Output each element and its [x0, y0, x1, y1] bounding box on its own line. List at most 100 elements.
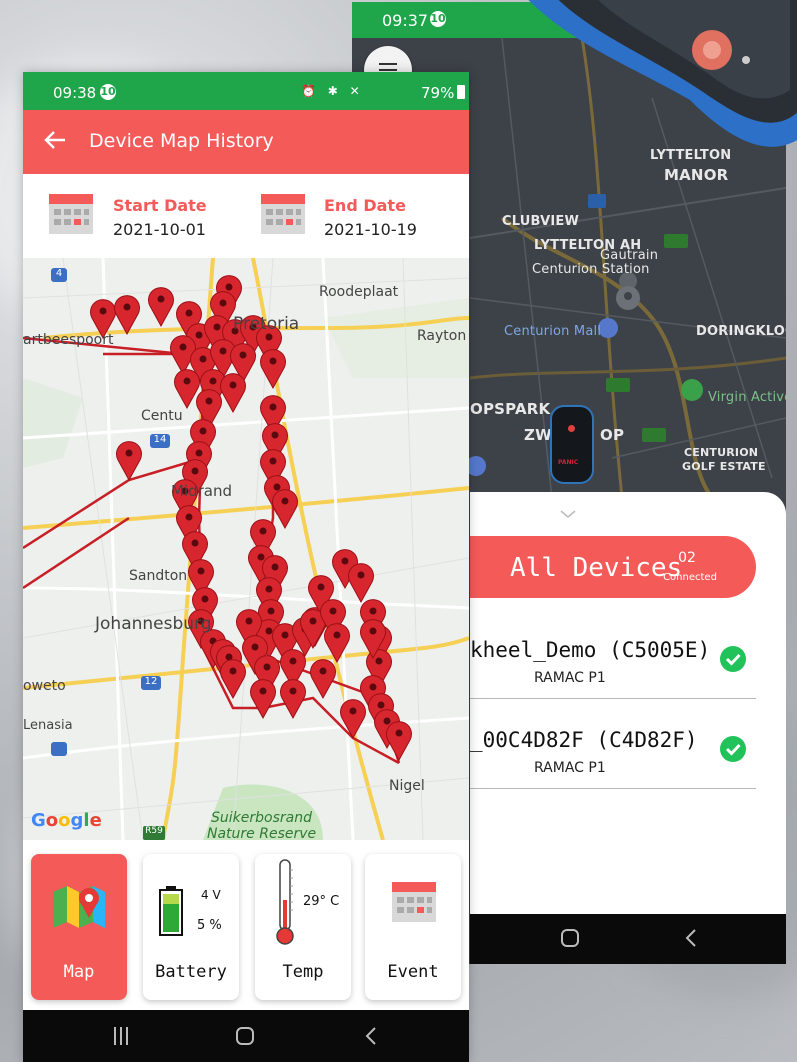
location-pin-icon[interactable] — [114, 295, 140, 336]
map-label: Midrand — [171, 482, 233, 500]
location-pin-icon[interactable] — [272, 489, 298, 530]
recents-icon[interactable] — [114, 1027, 128, 1045]
map-label: Virgin Active — [708, 390, 786, 405]
toolbar: Device Map History — [23, 110, 469, 174]
thermometer-icon — [276, 859, 294, 945]
map-label: Nature Reserve — [207, 826, 317, 840]
battery-level-icon — [159, 886, 183, 936]
device-row[interactable]: _00C4D82F (C4D82F) RAMAC P1 — [470, 718, 756, 789]
check-circle-icon — [720, 646, 746, 672]
back-phone-nav-bar — [470, 914, 786, 964]
back-arrow-icon[interactable] — [41, 126, 69, 154]
location-pin-icon[interactable] — [386, 721, 412, 762]
map-label: Gautrain — [600, 248, 659, 263]
battery-percent: 79% — [421, 84, 455, 102]
start-date-label: Start Date — [113, 196, 207, 215]
map-label: Sandton — [129, 568, 188, 584]
all-devices-title: All Devices — [510, 553, 683, 583]
tab-label: Map — [63, 962, 95, 982]
location-pin-icon[interactable] — [116, 441, 142, 482]
map-label: oweto — [23, 678, 66, 694]
tab-event[interactable]: Event — [365, 854, 461, 1000]
map-label: CLUBVIEW — [502, 214, 580, 229]
map-label: ZW — [524, 426, 552, 444]
start-date-value[interactable]: 2021-10-01 — [113, 220, 206, 239]
location-pin-icon[interactable] — [280, 679, 306, 720]
battery-percent-value: 5 % — [197, 918, 222, 933]
calendar-icon — [392, 882, 436, 922]
home-icon[interactable] — [561, 929, 579, 947]
route-badge: 4 — [55, 268, 63, 279]
map-icon — [53, 886, 105, 928]
connected-count: 02 — [678, 550, 696, 566]
tab-label: Battery — [155, 962, 227, 982]
tab-label: Temp — [282, 962, 324, 982]
device-name: _00C4D82F (C4D82F) — [470, 728, 698, 752]
map-label: Nigel — [389, 778, 425, 794]
front-phone-screen: 09:38 10 ⏰ ✱ ✕ 79% Device Map History St… — [23, 72, 469, 1062]
status-bar: 09:38 10 ⏰ ✱ ✕ 79% — [23, 72, 469, 110]
battery-voltage: 4 V — [201, 888, 221, 902]
device-model: RAMAC P1 — [534, 760, 606, 776]
map-label: OP — [600, 426, 625, 444]
map-label: Centurion Station — [532, 262, 650, 277]
map-label: GOLF ESTATE — [682, 460, 766, 473]
location-pin-icon[interactable] — [174, 369, 200, 410]
calendar-icon[interactable] — [261, 194, 305, 234]
tab-map[interactable]: Map — [31, 854, 127, 1000]
map-label: Centu — [141, 408, 183, 424]
location-pin-icon[interactable] — [310, 659, 336, 700]
home-icon[interactable] — [236, 1027, 254, 1045]
tab-battery[interactable]: 4 V 5 % Battery — [143, 854, 239, 1000]
end-date-label: End Date — [324, 196, 406, 215]
connected-label: Connected — [663, 572, 717, 583]
device-model: RAMAC P1 — [534, 670, 606, 686]
page-title: Device Map History — [89, 130, 274, 152]
tab-label: Event — [387, 962, 439, 982]
map-label: Pretoria — [233, 314, 300, 334]
google-logo: Google — [31, 810, 102, 831]
nav-buttons — [561, 929, 696, 947]
all-devices-header[interactable]: All Devices 02 Connected — [470, 536, 756, 598]
map-label: Lenasia — [23, 718, 73, 733]
map-label: Johannesburg — [95, 614, 212, 634]
status-time: 09:37 — [382, 11, 429, 30]
date-range-bar: Start Date 2021-10-01 End Date 2021-10-1… — [23, 174, 469, 258]
calendar-icon[interactable] — [49, 194, 93, 234]
location-pin-icon[interactable] — [250, 679, 276, 720]
end-date-value[interactable]: 2021-10-19 — [324, 220, 417, 239]
map-label: CENTURION — [684, 446, 759, 459]
back-icon[interactable] — [685, 929, 696, 947]
tracker-label: PANIC — [558, 459, 579, 466]
status-time: 09:38 — [53, 84, 97, 102]
chevron-down-icon[interactable] — [560, 506, 576, 522]
battery-icon — [457, 85, 465, 99]
map-label: DORINGKLOOF — [696, 324, 786, 339]
status-badge: 10 — [430, 11, 446, 27]
map-label: artbeespoort — [23, 332, 114, 348]
device-row[interactable]: kheel_Demo (C5005E) RAMAC P1 — [470, 628, 756, 699]
route-badge: R59 — [145, 826, 163, 836]
map-label: OPSPARK — [470, 400, 551, 418]
device-name: kheel_Demo (C5005E) — [470, 638, 711, 662]
status-icons: ⏰ ✱ ✕ — [301, 84, 364, 98]
check-circle-icon — [720, 736, 746, 762]
tab-temp[interactable]: 29° C Temp — [255, 854, 351, 1000]
location-pin-icon[interactable] — [348, 563, 374, 604]
tracker-marker[interactable]: PANIC — [550, 405, 594, 484]
map-label: Centurion Mall — [504, 324, 602, 339]
location-pin-icon[interactable] — [148, 287, 174, 328]
bottom-tabs: Map 4 V 5 % Battery 29° C Temp Event — [23, 840, 469, 1010]
route-badge: 14 — [153, 434, 167, 445]
tracker-device-photo — [470, 0, 797, 180]
temperature-value: 29° C — [303, 894, 340, 909]
map-label: Roodeplaat — [319, 284, 399, 300]
location-pin-icon[interactable] — [220, 373, 246, 414]
location-pin-icon[interactable] — [340, 699, 366, 740]
route-badge: 12 — [144, 676, 158, 687]
status-badge: 10 — [100, 84, 116, 100]
history-map[interactable]: Roodeplaat Pretoria artbeespoort Rayton … — [23, 258, 469, 840]
back-icon[interactable] — [365, 1027, 376, 1045]
map-label: Rayton — [417, 328, 467, 344]
nav-buttons — [114, 1027, 376, 1045]
